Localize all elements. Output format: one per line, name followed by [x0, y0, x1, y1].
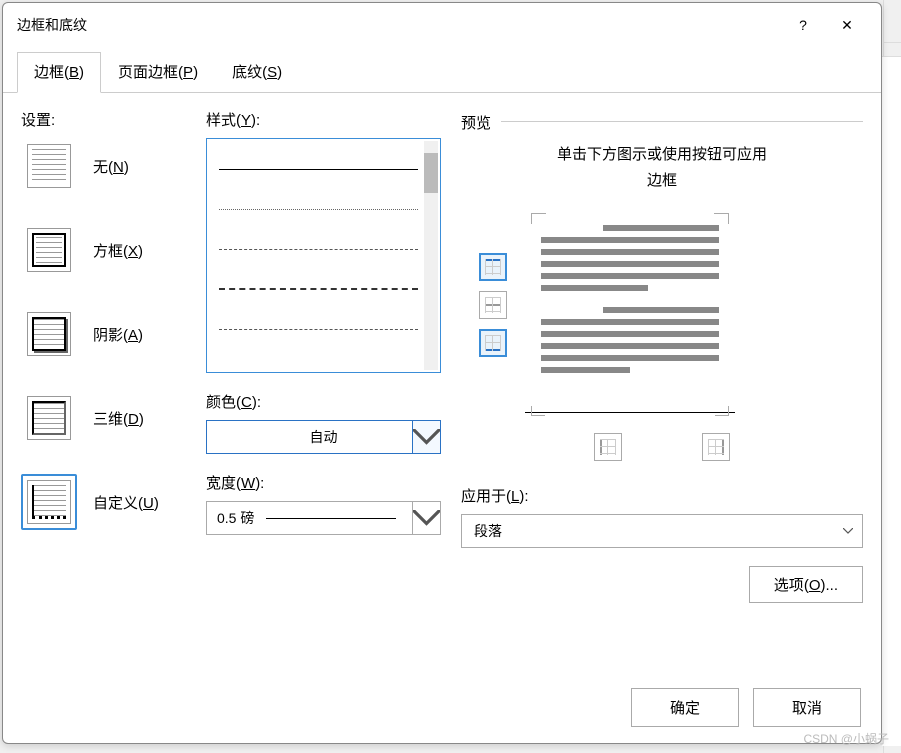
chevron-down-icon	[834, 515, 862, 547]
style-option-dashdot[interactable]	[219, 309, 418, 349]
help-button[interactable]: ?	[781, 11, 825, 39]
settings-label: 设置:	[21, 109, 206, 130]
dialog-title: 边框和底纹	[17, 15, 781, 35]
chevron-down-icon	[412, 502, 440, 534]
style-list[interactable]	[206, 138, 441, 373]
border-top-toggle[interactable]	[479, 253, 507, 281]
width-sample-line	[266, 518, 396, 519]
setting-box[interactable]: 方框(X)	[21, 222, 206, 278]
style-option-dashed[interactable]	[219, 269, 418, 309]
watermark: CSDN @小蜗子	[803, 730, 889, 747]
options-button[interactable]: 选项(O)...	[749, 566, 863, 603]
preview-column: 预览 单击下方图示或使用按钮可应用 边框	[461, 109, 863, 666]
border-left-toggle[interactable]	[594, 433, 622, 461]
width-combo[interactable]: 0.5 磅	[206, 501, 441, 535]
setting-3d[interactable]: 三维(D)	[21, 390, 206, 446]
border-top-icon	[484, 258, 502, 276]
apply-to-combo[interactable]: 段落	[461, 514, 863, 548]
style-label: 样式(Y):	[206, 109, 441, 130]
style-column: 样式(Y): 颜色(C): 自动	[206, 109, 461, 666]
color-value: 自动	[217, 427, 430, 447]
style-option-dashed-fine[interactable]	[219, 229, 418, 269]
setting-shadow[interactable]: 阴影(A)	[21, 306, 206, 362]
borders-shading-dialog: 边框和底纹 ? ✕ 边框(B) 页面边框(P) 底纹(S) 设置: 无(N)	[2, 2, 882, 744]
help-icon: ?	[799, 17, 807, 33]
border-bottom-icon	[484, 334, 502, 352]
border-hmiddle-icon	[484, 296, 502, 314]
chevron-down-icon	[412, 421, 440, 453]
cancel-button[interactable]: 取消	[753, 688, 861, 727]
preview-page[interactable]	[525, 213, 735, 413]
border-hmiddle-toggle[interactable]	[479, 291, 507, 319]
preview-hint: 单击下方图示或使用按钮可应用 边框	[461, 142, 863, 193]
content-area: 设置: 无(N) 方框(X) 阴影(A) 三维(D) 自定义(U)	[3, 93, 881, 676]
border-bottom-toggle[interactable]	[479, 329, 507, 357]
border-left-icon	[599, 438, 617, 456]
style-option-dotted[interactable]	[219, 189, 418, 229]
setting-none[interactable]: 无(N)	[21, 138, 206, 194]
tab-shading[interactable]: 底纹(S)	[215, 52, 299, 93]
tab-page-border[interactable]: 页面边框(P)	[101, 52, 215, 93]
width-value: 0.5 磅	[217, 508, 254, 528]
settings-column: 设置: 无(N) 方框(X) 阴影(A) 三维(D) 自定义(U)	[21, 109, 206, 666]
style-option-solid[interactable]	[219, 149, 418, 189]
tab-strip: 边框(B) 页面边框(P) 底纹(S)	[3, 51, 881, 93]
apply-to-value: 段落	[474, 521, 502, 541]
close-icon: ✕	[841, 17, 853, 34]
setting-custom[interactable]: 自定义(U)	[21, 474, 206, 530]
width-label: 宽度(W):	[206, 472, 441, 493]
style-scrollbar[interactable]	[424, 141, 438, 370]
apply-to-label: 应用于(L):	[461, 485, 863, 506]
border-right-icon	[707, 438, 725, 456]
border-right-toggle[interactable]	[702, 433, 730, 461]
scrollbar-thumb[interactable]	[424, 153, 438, 193]
dialog-footer: 确定 取消	[3, 676, 881, 743]
color-label: 颜色(C):	[206, 391, 441, 412]
preview-label: 预览	[461, 112, 501, 133]
ok-button[interactable]: 确定	[631, 688, 739, 727]
close-button[interactable]: ✕	[825, 11, 869, 39]
tab-borders[interactable]: 边框(B)	[17, 52, 101, 93]
titlebar: 边框和底纹 ? ✕	[3, 3, 881, 45]
color-combo[interactable]: 自动	[206, 420, 441, 454]
